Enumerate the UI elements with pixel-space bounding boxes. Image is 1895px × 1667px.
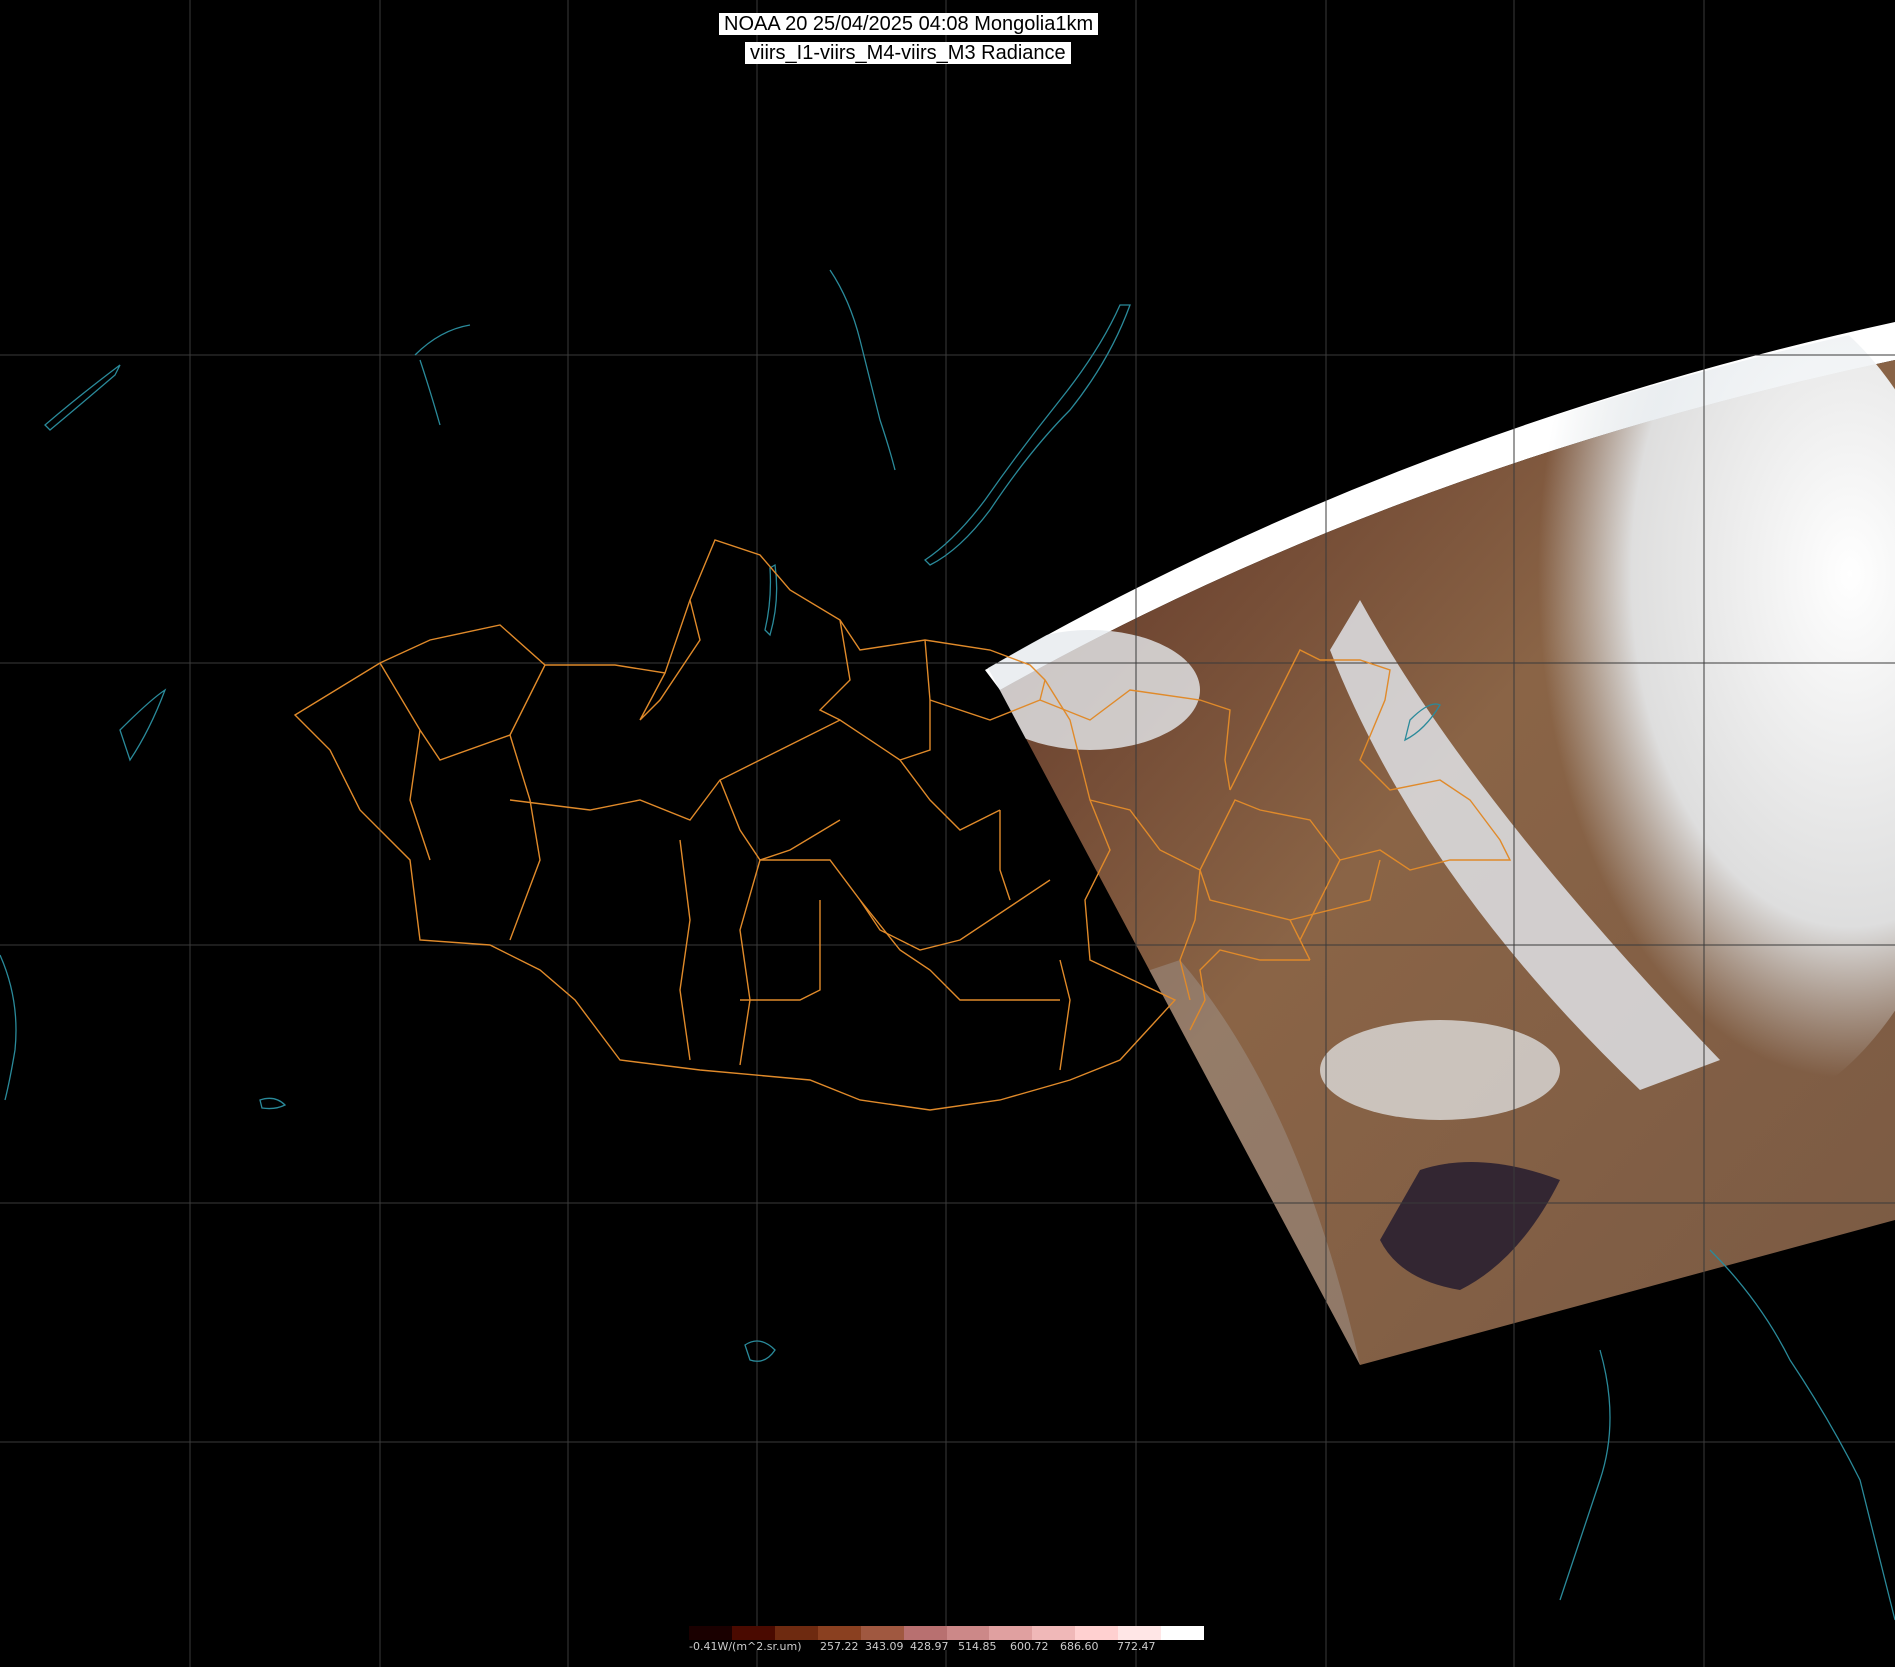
colorbar-ramp: [689, 1626, 1205, 1640]
angara-river: [829, 269, 896, 471]
colorbar-label: -0.41W/(m^2.sr.um): [689, 1640, 802, 1653]
korea-coast: [1709, 1249, 1895, 1621]
mongolia-outline: [293, 539, 1177, 1111]
lake-baikal: [923, 304, 1131, 566]
colorbar-swatch: [946, 1626, 990, 1640]
colorbar-label: 686.60: [1060, 1640, 1099, 1653]
aimag-border: [818, 619, 851, 721]
colorbar-label: 343.09: [865, 1640, 904, 1653]
colorbar-label: 257.22: [820, 1640, 859, 1653]
western-coast: [0, 954, 17, 1101]
aimag-border: [719, 779, 841, 861]
satellite-map: [0, 0, 1895, 1667]
aimag-border: [760, 859, 1051, 951]
aimag-border: [740, 900, 821, 1001]
aimag-border: [899, 639, 931, 761]
river: [414, 324, 471, 426]
colorbar-label: 600.72: [1010, 1640, 1049, 1653]
aimag-border: [509, 734, 541, 941]
colorbar-swatch: [903, 1626, 947, 1640]
aimag-border: [779, 719, 1001, 831]
colorbar-swatch: [1161, 1626, 1205, 1640]
colorbar-swatch: [989, 1626, 1033, 1640]
colorbar-swatch: [1032, 1626, 1076, 1640]
aimag-border: [409, 729, 431, 861]
aimag-border: [999, 810, 1011, 901]
colorbar-swatch: [1075, 1626, 1119, 1640]
colorbar-swatch: [860, 1626, 904, 1640]
lake: [744, 1340, 776, 1362]
colorbar-label: 514.85: [958, 1640, 997, 1653]
colorbar-swatch: [817, 1626, 861, 1640]
aimag-border: [859, 899, 1060, 1001]
cloud-patch: [1320, 1020, 1560, 1120]
khovsgol-lake: [764, 563, 778, 637]
aimag-border: [509, 749, 781, 821]
colorbar-swatch: [774, 1626, 818, 1640]
colorbar-swatch: [731, 1626, 775, 1640]
korea-west-coast: [1559, 1349, 1611, 1601]
colorbar-label: 428.97: [910, 1640, 949, 1653]
western-lake: [44, 364, 121, 431]
colorbar-swatch: [1118, 1626, 1162, 1640]
aimag-border: [1059, 959, 1071, 1071]
aimag-border: [679, 839, 691, 1061]
aimag-border: [379, 662, 546, 761]
lake: [259, 1097, 287, 1110]
satellite-swath: [985, 322, 1895, 1365]
colorbar-legend: -0.41W/(m^2.sr.um) 257.22 343.09 428.97 …: [689, 1626, 1205, 1653]
map-title-line-2: viirs_I1-viirs_M4-viirs_M3 Radiance: [745, 42, 1071, 64]
lake: [119, 688, 167, 762]
cloud-patch: [988, 630, 1200, 750]
colorbar-swatch: [689, 1626, 732, 1640]
colorbar-label: 772.47: [1117, 1640, 1156, 1653]
colorbar-labels: -0.41W/(m^2.sr.um) 257.22 343.09 428.97 …: [689, 1640, 1204, 1653]
map-title-line-1: NOAA 20 25/04/2025 04:08 Mongolia1km: [719, 13, 1099, 35]
